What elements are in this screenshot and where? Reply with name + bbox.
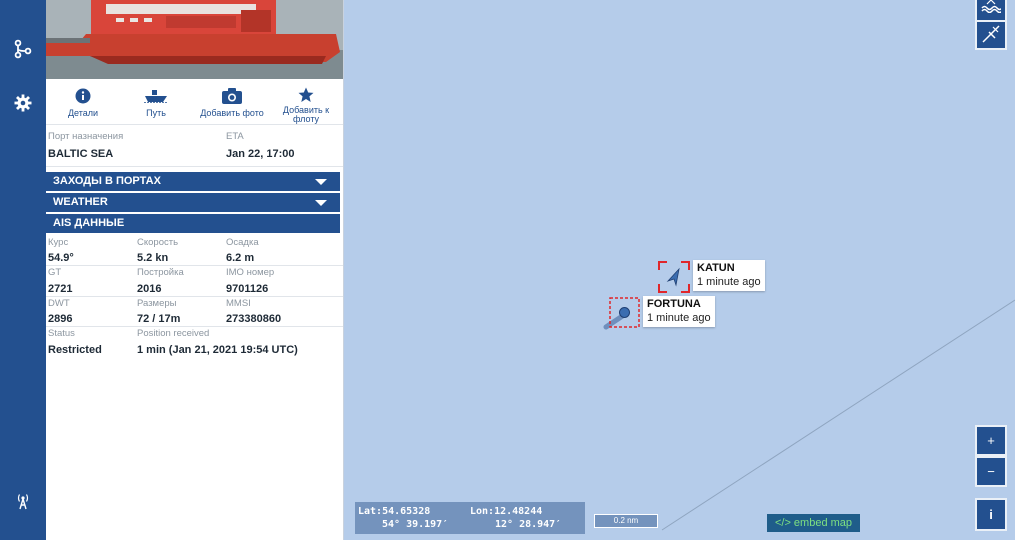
lon-readout: Lon:12.48244 — [470, 506, 543, 517]
destination-label: Порт назначения — [48, 131, 124, 142]
route-button[interactable]: Путь — [136, 80, 176, 124]
katun-vessel-marker[interactable] — [658, 261, 690, 293]
gt-value: 2721 — [48, 283, 73, 295]
katun-name: KATUN — [697, 262, 735, 274]
built-label: Постройка — [137, 267, 184, 278]
zoom-in-button[interactable]: + — [975, 425, 1007, 456]
fortuna-name: FORTUNA — [647, 298, 701, 310]
gt-label: GT — [48, 267, 62, 278]
gear-icon[interactable] — [11, 91, 35, 115]
course-value: 54.9° — [48, 252, 74, 264]
divider — [46, 166, 343, 167]
ais-data-section[interactable]: AIS ДАННЫЕ — [46, 214, 340, 233]
port-calls-title: ЗАХОДЫ В ПОРТАХ — [53, 175, 161, 187]
weather-title: WEATHER — [53, 196, 108, 208]
lat-readout: Lat:54.65328 — [358, 506, 431, 517]
fortuna-label[interactable]: FORTUNA 1 minute ago — [643, 296, 715, 327]
size-value: 72 / 17m — [137, 313, 181, 325]
vessel-actions-bar: Детали Путь Добавить фото Добавить к фло… — [46, 80, 343, 125]
lon-dms: 12° 28.947′ — [495, 519, 562, 530]
route-ship-icon — [144, 86, 168, 106]
imo-value: 9701126 — [226, 283, 269, 295]
waves-icon — [981, 0, 1003, 16]
mmsi-value: 273380860 — [226, 313, 282, 325]
size-label: Размеры — [137, 298, 177, 309]
position-received-value: 1 min (Jan 21, 2021 19:54 UTC) — [137, 344, 298, 356]
info-button[interactable]: i — [975, 498, 1007, 531]
chevron-down-icon — [315, 200, 327, 206]
camera-icon — [222, 86, 242, 106]
position-received-label: Position received — [137, 328, 210, 339]
draught-label: Осадка — [226, 237, 259, 248]
katun-time: 1 minute ago — [697, 276, 761, 288]
divider — [46, 296, 343, 297]
zoom-in-label: + — [987, 433, 995, 448]
zoom-out-button[interactable]: − — [975, 456, 1007, 487]
add-photo-button[interactable]: Добавить фото — [194, 80, 270, 124]
add-to-fleet-button[interactable]: Добавить к флоту — [276, 80, 336, 124]
imo-label: IMO номер — [226, 267, 275, 278]
status-value: Restricted — [48, 344, 102, 356]
add-photo-label: Добавить фото — [200, 108, 264, 118]
map-canvas[interactable]: KATUN 1 minute ago FORTUNA 1 minute ago … — [344, 0, 1015, 540]
dwt-label: DWT — [48, 298, 70, 309]
built-value: 2016 — [137, 283, 162, 295]
eta-label: ETA — [226, 131, 244, 142]
ais-data-title: AIS ДАННЫЕ — [53, 217, 125, 229]
embed-map-button[interactable]: </> embed map — [767, 514, 860, 532]
course-label: Курс — [48, 237, 69, 248]
antenna-icon[interactable] — [11, 489, 35, 513]
chevron-down-icon — [315, 179, 327, 185]
weather-section[interactable]: WEATHER — [46, 193, 340, 212]
mmsi-label: MMSI — [226, 298, 251, 309]
compass-ruler-icon — [981, 24, 1001, 47]
map-scale: 0.2 nm — [594, 514, 658, 528]
divider — [46, 326, 343, 327]
zoom-out-label: − — [987, 464, 995, 479]
star-icon — [298, 86, 314, 103]
port-calls-section[interactable]: ЗАХОДЫ В ПОРТАХ — [46, 172, 340, 191]
status-label: Status — [48, 328, 75, 339]
info-icon — [75, 86, 91, 106]
dwt-value: 2896 — [48, 313, 73, 325]
draught-value: 6.2 m — [226, 252, 255, 264]
vessel-info-panel: Детали Путь Добавить фото Добавить к фло… — [46, 0, 344, 540]
details-label: Детали — [67, 108, 99, 118]
fortuna-vessel-marker[interactable] — [602, 296, 644, 330]
katun-label[interactable]: KATUN 1 minute ago — [693, 260, 765, 291]
fortuna-time: 1 minute ago — [647, 312, 711, 324]
route-label: Путь — [146, 108, 166, 118]
cursor-coordinates: Lat:54.65328 Lon:12.48244 54° 39.197′ 12… — [355, 502, 585, 534]
info-button-label: i — [989, 507, 993, 522]
lat-dms: 54° 39.197′ — [382, 519, 449, 530]
divider — [46, 265, 343, 266]
speed-value: 5.2 kn — [137, 252, 169, 264]
vessel-photo[interactable] — [46, 0, 343, 79]
route-branch-icon[interactable] — [11, 37, 35, 61]
add-to-fleet-label: Добавить к флоту — [282, 105, 330, 124]
speed-label: Скорость — [137, 237, 179, 248]
sea-layer-button[interactable] — [975, 0, 1007, 22]
measure-tool-button[interactable] — [975, 20, 1007, 50]
details-button[interactable]: Детали — [58, 80, 108, 124]
left-nav-rail — [0, 0, 46, 540]
eta-value: Jan 22, 17:00 — [226, 148, 295, 160]
destination-value: BALTIC SEA — [48, 148, 114, 160]
